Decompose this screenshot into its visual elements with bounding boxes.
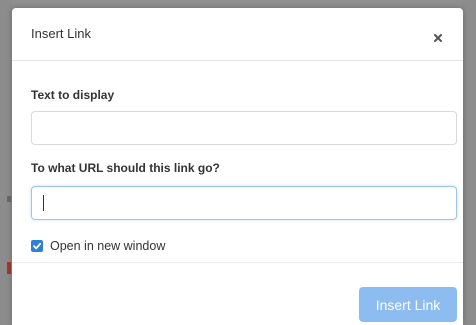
open-new-window-checkbox[interactable] (31, 240, 43, 252)
insert-link-button[interactable]: Insert Link (359, 287, 457, 322)
url-label: To what URL should this link go? (31, 161, 220, 175)
backdrop-left-edge (0, 0, 12, 325)
dialog-body: Text to display To what URL should this … (12, 61, 463, 261)
text-to-display-label: Text to display (31, 88, 115, 102)
insert-link-dialog: Insert Link Text to display To what URL … (12, 8, 463, 325)
open-new-window-option[interactable]: Open in new window (31, 238, 165, 254)
dialog-footer: Insert Link (12, 262, 463, 325)
checkmark-icon (33, 242, 42, 250)
dialog-title: Insert Link (31, 26, 91, 41)
text-to-display-input[interactable] (31, 111, 457, 145)
open-new-window-label: Open in new window (50, 239, 166, 253)
close-icon[interactable] (433, 30, 443, 42)
backdrop-mark (7, 262, 11, 274)
backdrop-mark (7, 196, 11, 202)
backdrop-right-edge (462, 0, 476, 325)
url-input[interactable] (31, 186, 457, 220)
dialog-header: Insert Link (12, 8, 463, 61)
text-caret (43, 195, 44, 211)
